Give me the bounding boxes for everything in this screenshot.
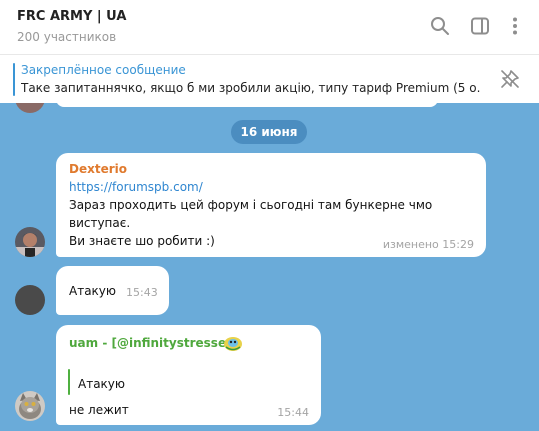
unpin-icon[interactable] [499,68,521,90]
pinned-title: Закреплённое сообщение [21,63,186,77]
message-bubble[interactable]: Атакую 15:43 [56,266,169,315]
pinned-text: Таке запитаннячко, якщо б ми зробили акц… [21,81,481,95]
pinned-message-bar[interactable]: Закреплённое сообщение Таке запитаннячко… [0,54,539,103]
pinned-accent-bar [13,63,15,96]
previous-message-bubble[interactable] [56,103,438,107]
reply-quote-bar [68,369,70,395]
message-text-line: Зараз проходить цей форум і сьогодні там… [69,198,433,212]
reply-quote-text[interactable]: Атакую [78,375,125,393]
date-separator: 16 июня [231,120,307,144]
chat-area[interactable]: 16 июня Dexterio https://forumspb.com/ З… [0,103,539,431]
member-count: 200 участников [17,30,117,44]
search-icon[interactable] [429,15,451,37]
message-text-line: Ви знаєте шо робити :) [69,234,215,248]
message-bubble[interactable]: uam - [@infinitystresser] Атакую не лежи… [56,325,321,425]
avatar[interactable] [15,227,45,257]
chat-title[interactable]: FRC ARMY | UA [17,9,126,24]
chat-header: FRC ARMY | UA 200 участников [0,0,539,54]
message-time: 15:44 [277,406,309,419]
avatar[interactable] [15,391,45,421]
avatar[interactable] [15,285,45,315]
message-sender[interactable]: uam - [@infinitystresser] [69,336,238,350]
message-bubble[interactable]: Dexterio https://forumspb.com/ Зараз про… [56,153,486,257]
message-text: Атакую [69,284,117,298]
more-vertical-icon[interactable] [504,15,526,37]
message-time: изменено 15:29 [382,238,474,251]
message-text: не лежит [69,403,129,417]
avatar[interactable] [15,103,45,113]
sidebar-toggle-icon[interactable] [469,15,491,37]
message-link[interactable]: https://forumspb.com/ [69,180,203,194]
message-text-line: виступає. [69,216,131,230]
message-sender[interactable]: Dexterio [69,162,127,176]
message-time: 15:43 [126,286,158,299]
sticker-emoji-icon [222,332,244,354]
